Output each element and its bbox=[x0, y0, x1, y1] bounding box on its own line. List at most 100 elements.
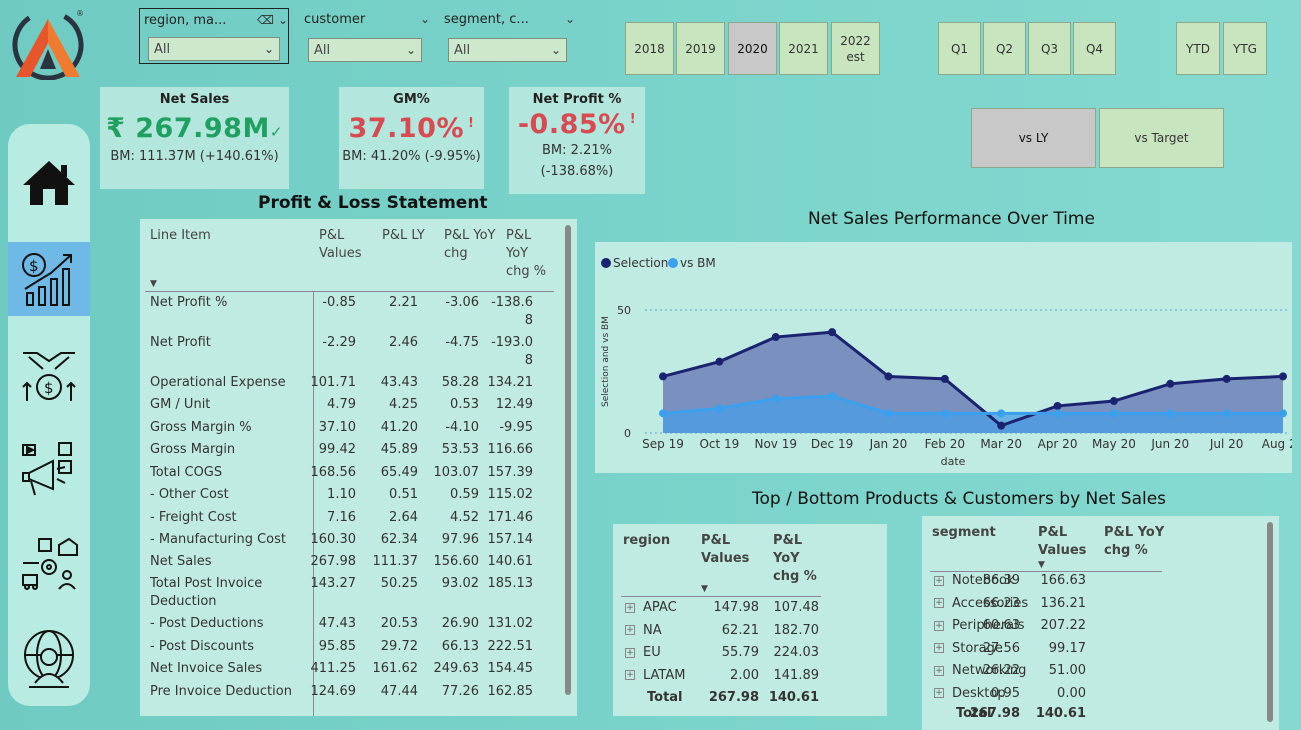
customer-dropdown[interactable]: All ⌄ bbox=[308, 38, 422, 62]
year-2021-button[interactable]: 2021 bbox=[779, 22, 828, 75]
total-yoy: 140.61 bbox=[768, 690, 819, 705]
col-header-segment[interactable]: segment bbox=[932, 524, 996, 542]
yoy-cell: 99.17 bbox=[1048, 640, 1086, 656]
table-row[interactable]: + Desktop 0.95 0.00 bbox=[922, 686, 1172, 706]
table-row[interactable]: + Networking 26.22 51.00 bbox=[922, 663, 1172, 683]
value-cell: 116.66 bbox=[487, 442, 534, 457]
value-cell-cont: 8 bbox=[524, 313, 533, 328]
quarter-q1-button[interactable]: Q1 bbox=[938, 22, 981, 75]
col-header-values[interactable]: P&L Values bbox=[1038, 524, 1086, 560]
registered-mark: ® bbox=[76, 9, 84, 18]
table-row[interactable]: + Peripherals 60.63 207.22 bbox=[922, 618, 1172, 638]
vs-ly-button[interactable]: vs LY bbox=[971, 108, 1096, 168]
expand-icon[interactable]: + bbox=[625, 625, 635, 635]
customer-slicer[interactable]: customer ⌄ All ⌄ bbox=[300, 8, 430, 64]
pl-scrollbar[interactable] bbox=[565, 225, 571, 695]
expand-icon[interactable]: + bbox=[625, 647, 635, 658]
ytg-button[interactable]: YTG bbox=[1223, 22, 1267, 75]
value-cell: 27.56 bbox=[982, 640, 1020, 656]
vs-target-button[interactable]: vs Target bbox=[1099, 108, 1224, 168]
x-tick-label: Jul 20 bbox=[1209, 437, 1244, 451]
expand-icon[interactable]: + bbox=[934, 665, 944, 676]
value-cell: 411.25 bbox=[310, 661, 357, 676]
ytd-button[interactable]: YTD bbox=[1176, 22, 1220, 75]
table-row[interactable]: + Storage 27.56 99.17 bbox=[922, 641, 1172, 661]
table-row[interactable]: + Notebook 86.39 166.63 bbox=[922, 573, 1172, 593]
col-header-yoy-pct[interactable]: P&L YoY chg % bbox=[506, 227, 546, 281]
legend-selection-marker bbox=[601, 258, 611, 268]
row-label: + EU bbox=[625, 645, 661, 660]
region-dropdown[interactable]: All ⌄ bbox=[148, 37, 280, 61]
nav-finance[interactable]: $ bbox=[8, 242, 90, 316]
pl-title: Profit & Loss Statement bbox=[258, 193, 488, 213]
expand-icon[interactable]: + bbox=[625, 670, 635, 680]
quarter-q4-button[interactable]: Q4 bbox=[1073, 22, 1116, 75]
year-2022-est-button[interactable]: 2022 est bbox=[831, 22, 880, 75]
segment-scrollbar[interactable] bbox=[1267, 522, 1273, 722]
value-cell: 162.85 bbox=[487, 684, 534, 699]
nav-deals[interactable]: $ bbox=[8, 336, 90, 410]
year-2018-button[interactable]: 2018 bbox=[625, 22, 674, 75]
table-row[interactable]: + LATAM 2.00 141.89 bbox=[613, 668, 853, 688]
line-item-label: Net Invoice Sales bbox=[150, 661, 263, 676]
line-item-label: Net Profit % bbox=[150, 295, 228, 310]
value-cell: 171.46 bbox=[487, 510, 534, 525]
data-point bbox=[771, 333, 780, 342]
year-2019-button[interactable]: 2019 bbox=[676, 22, 725, 75]
col-header-line-item[interactable]: Line Item bbox=[150, 227, 211, 245]
nav-supply-chain[interactable] bbox=[8, 528, 90, 602]
col-header-yoy[interactable]: P&L YoY chg % bbox=[773, 532, 817, 586]
value-cell: 47.43 bbox=[318, 616, 356, 631]
region-slicer[interactable]: region, ma... ⌫ ⌄ All ⌄ bbox=[139, 8, 289, 64]
eraser-icon[interactable]: ⌫ bbox=[257, 13, 274, 27]
value-cell: 65.49 bbox=[380, 465, 418, 480]
year-2020-button[interactable]: 2020 bbox=[728, 22, 777, 75]
quarter-q2-button[interactable]: Q2 bbox=[983, 22, 1026, 75]
data-point bbox=[884, 372, 893, 381]
chevron-down-icon[interactable]: ⌄ bbox=[420, 12, 430, 26]
kpi-benchmark-change: (-138.68%) bbox=[540, 164, 614, 179]
segment-dropdown[interactable]: All ⌄ bbox=[448, 38, 567, 62]
line-item-label: Total Post Invoice bbox=[150, 576, 263, 591]
value-cell: 161.62 bbox=[372, 661, 419, 676]
nav-home[interactable] bbox=[8, 146, 90, 220]
value-cell: 157.14 bbox=[487, 532, 534, 547]
value-cell: 26.90 bbox=[441, 616, 479, 631]
table-row[interactable]: + APAC 147.98 107.48 bbox=[613, 600, 853, 620]
data-point bbox=[771, 394, 780, 403]
expand-icon[interactable]: + bbox=[934, 620, 944, 631]
table-row: Gross Margin 99.42 45.89 53.53 116.66 bbox=[140, 442, 560, 462]
col-header-values[interactable]: P&L Values bbox=[319, 227, 361, 263]
col-header-values[interactable]: P&L Values bbox=[701, 532, 749, 568]
col-header-yoy[interactable]: P&L YoY chg bbox=[444, 227, 495, 263]
col-header-ly[interactable]: P&L LY bbox=[382, 227, 425, 245]
table-row[interactable]: + EU 55.79 224.03 bbox=[613, 645, 853, 665]
line-item-label: GM / Unit bbox=[150, 397, 211, 412]
table-row[interactable]: + Accessories 66.23 136.21 bbox=[922, 596, 1172, 616]
segment-slicer[interactable]: segment, c... ⌄ All ⌄ bbox=[440, 8, 575, 64]
value-cell: -2.29 bbox=[322, 335, 356, 350]
nav-marketing[interactable] bbox=[8, 432, 90, 506]
table-row[interactable]: + NA 62.21 182.70 bbox=[613, 623, 853, 643]
quarter-q3-button[interactable]: Q3 bbox=[1028, 22, 1071, 75]
col-header-region[interactable]: region bbox=[623, 532, 670, 550]
expand-icon[interactable]: + bbox=[934, 643, 944, 653]
kpi-value: ₹ 267.98M bbox=[106, 113, 270, 144]
nav-executive[interactable] bbox=[8, 622, 90, 696]
value-cell: 77.26 bbox=[441, 684, 479, 699]
header-divider bbox=[621, 596, 821, 597]
value-cell: 168.56 bbox=[310, 465, 357, 480]
x-tick-label: Dec 19 bbox=[811, 437, 853, 451]
chevron-down-icon[interactable]: ⌄ bbox=[565, 12, 575, 26]
expand-icon[interactable]: + bbox=[625, 602, 635, 613]
yoy-cell: 141.89 bbox=[773, 667, 820, 683]
total-label: Total bbox=[647, 690, 683, 705]
value-cell: 0.51 bbox=[389, 487, 418, 502]
expand-icon[interactable]: + bbox=[934, 575, 944, 586]
data-point bbox=[1279, 409, 1287, 418]
chevron-down-icon[interactable]: ⌄ bbox=[278, 13, 288, 27]
col-header-yoy[interactable]: P&L YoY chg % bbox=[1104, 524, 1164, 560]
expand-icon[interactable]: + bbox=[934, 598, 944, 608]
legend-bm-marker bbox=[668, 258, 678, 268]
expand-icon[interactable]: + bbox=[934, 688, 944, 698]
